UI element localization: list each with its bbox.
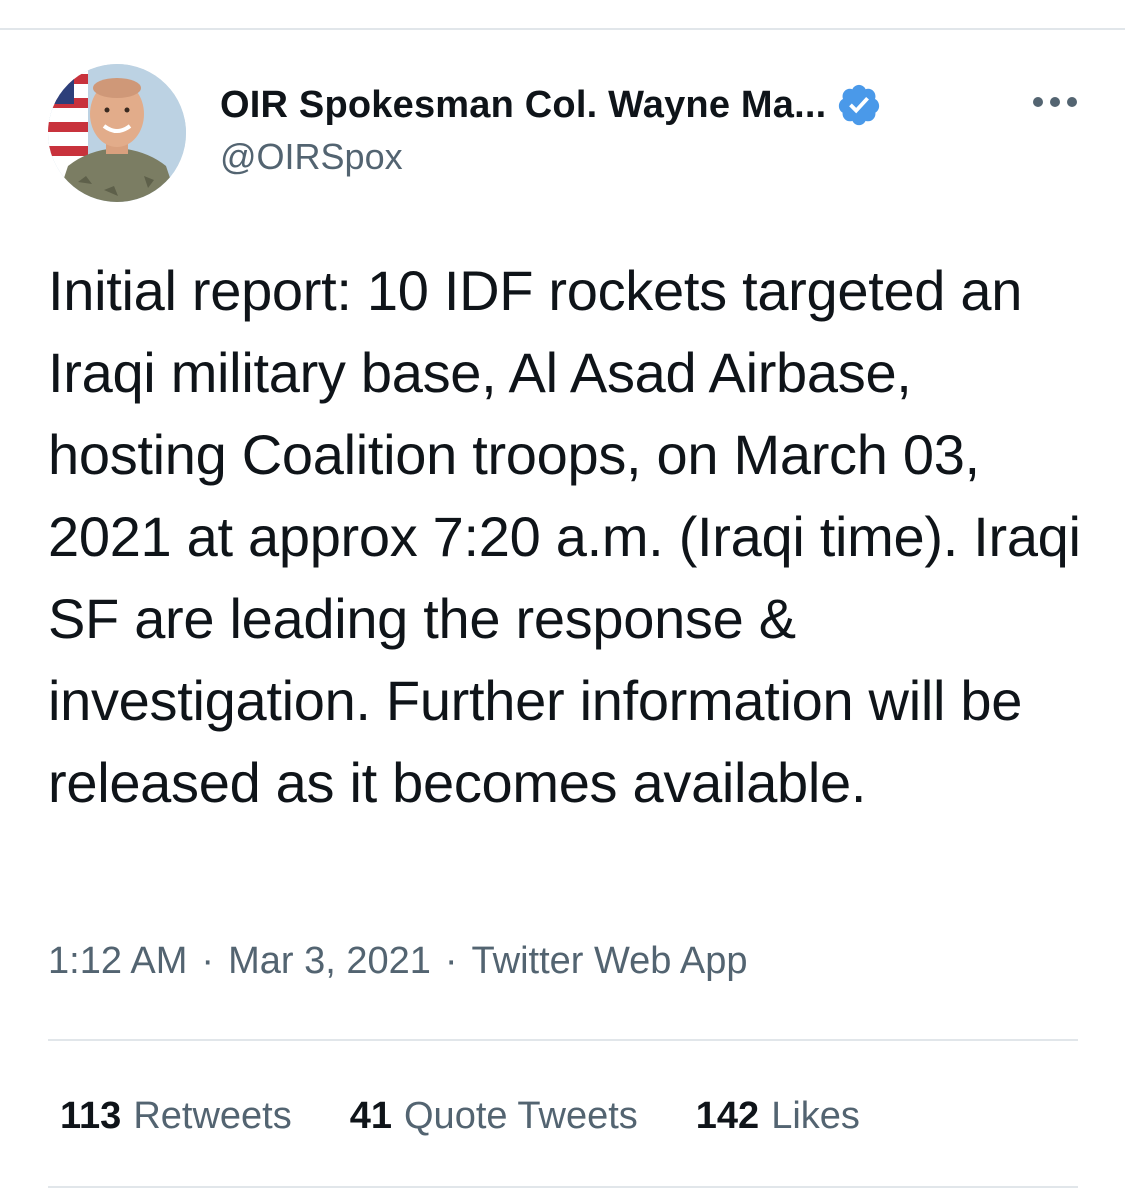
- engagement-stats: 113 Retweets 41 Quote Tweets 142 Likes: [60, 1088, 860, 1144]
- stats-bottom-divider: [48, 1186, 1078, 1188]
- tweet-date[interactable]: Mar 3, 2021: [228, 940, 431, 983]
- meta-separator: ·: [444, 940, 458, 982]
- more-options-button[interactable]: [1020, 82, 1090, 122]
- retweets-count: 113: [60, 1094, 122, 1137]
- tweet-meta: 1:12 AM · Mar 3, 2021 · Twitter Web App: [48, 940, 748, 983]
- author-handle[interactable]: @OIRSpox: [220, 136, 403, 178]
- likes-count: 142: [695, 1094, 760, 1137]
- top-divider: [0, 28, 1125, 30]
- likes-label: Likes: [771, 1094, 860, 1137]
- tweet-source[interactable]: Twitter Web App: [472, 940, 748, 983]
- tweet-time[interactable]: 1:12 AM: [48, 940, 187, 983]
- stats-top-divider: [48, 1039, 1078, 1041]
- meta-separator: ·: [201, 940, 215, 982]
- author-display-name[interactable]: OIR Spokesman Col. Wayne Ma...: [220, 84, 826, 127]
- author-name-row: OIR Spokesman Col. Wayne Ma...: [220, 78, 882, 132]
- avatar-image: [48, 64, 186, 202]
- retweets-label: Retweets: [133, 1094, 292, 1137]
- retweets-stat[interactable]: 113 Retweets: [60, 1095, 292, 1138]
- more-horizontal-icon: [1033, 97, 1077, 107]
- quote-tweets-stat[interactable]: 41 Quote Tweets: [350, 1095, 638, 1138]
- quote-tweets-label: Quote Tweets: [404, 1094, 638, 1137]
- tweet-text: Initial report: 10 IDF rockets targeted …: [48, 259, 1081, 814]
- likes-stat[interactable]: 142 Likes: [696, 1095, 860, 1138]
- avatar[interactable]: [48, 64, 186, 202]
- quote-tweets-count: 41: [349, 1094, 392, 1137]
- verified-badge-icon: [839, 84, 880, 126]
